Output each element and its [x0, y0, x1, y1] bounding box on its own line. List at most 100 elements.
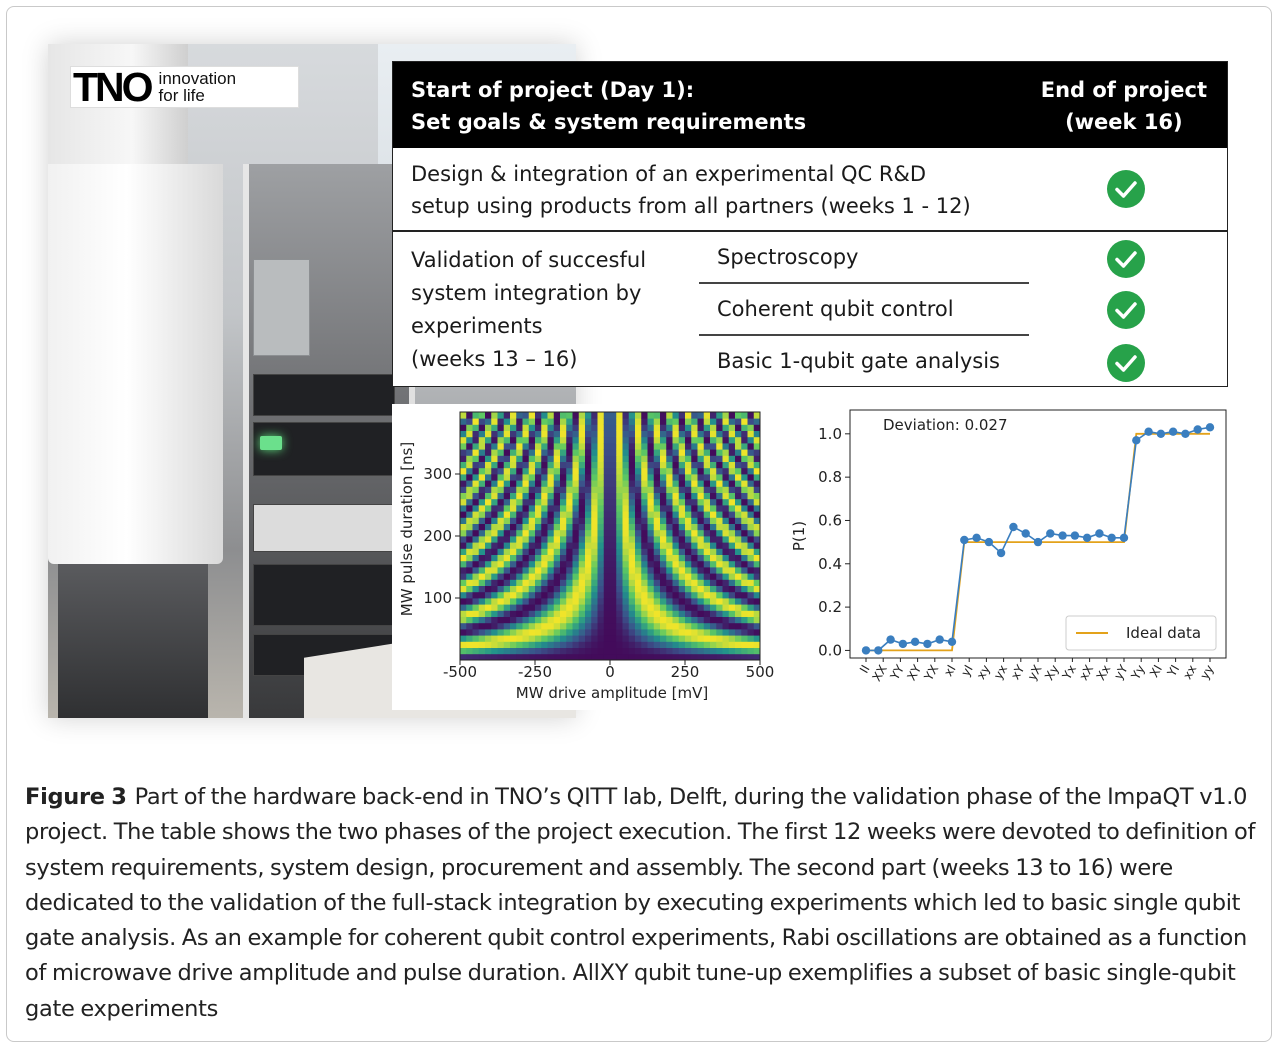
heatmap-cell	[716, 461, 723, 469]
heatmap-cell	[566, 635, 573, 642]
heatmap-cell	[616, 542, 623, 549]
heatmap-cell	[547, 629, 555, 636]
heatmap-cell	[641, 486, 648, 493]
heatmap-cell	[528, 610, 536, 617]
heatmap-cell	[716, 455, 723, 462]
heatmap-cell	[591, 536, 598, 543]
heatmap-cell	[710, 548, 717, 555]
heatmap-cell	[535, 585, 542, 593]
heatmap-cell	[566, 436, 573, 444]
heatmap-cell	[497, 585, 505, 593]
heatmap-cell	[603, 560, 611, 568]
heatmap-cell	[566, 622, 573, 630]
heatmap-cell	[547, 480, 555, 487]
heatmap-cell	[735, 610, 742, 617]
heatmap-cell	[541, 616, 548, 624]
heatmap-cell	[735, 449, 742, 456]
heatmap-cell	[572, 498, 580, 506]
heatmap-cell	[547, 412, 555, 419]
heatmap-cell	[572, 598, 580, 605]
heatmap-cell	[635, 536, 642, 543]
heatmap-cell	[566, 474, 573, 481]
heatmap-cell	[585, 579, 592, 586]
heatmap-cell	[522, 542, 530, 549]
heatmap-xtick-label: -500	[443, 663, 477, 681]
heatmap-cell	[728, 529, 736, 537]
heatmap-cell	[728, 567, 736, 574]
heatmap-cell	[566, 418, 573, 425]
heatmap-cell	[622, 480, 630, 487]
heatmap-cell	[585, 480, 592, 487]
heatmap-cell	[578, 573, 586, 580]
heatmap-cell	[722, 498, 730, 506]
heatmap-cell	[497, 598, 505, 605]
heatmap-cell	[591, 486, 598, 493]
heatmap-cell	[566, 560, 573, 568]
heatmap-cell	[553, 505, 561, 512]
heatmap-cell	[735, 443, 742, 450]
heatmap-cell	[460, 486, 467, 493]
heatmap-cell	[485, 424, 492, 431]
heatmap-cell	[603, 604, 611, 611]
heatmap-cell	[591, 517, 598, 524]
heatmap-cell	[597, 548, 605, 555]
heatmap-cell	[722, 554, 730, 562]
heatmap-cell	[572, 505, 580, 512]
heatmap-cell	[672, 567, 680, 574]
heatmap-cell	[466, 467, 473, 475]
heatmap-cell	[597, 498, 605, 506]
heatmap-cell	[503, 418, 511, 425]
heatmap-cell	[678, 560, 686, 568]
heatmap-cell	[485, 467, 492, 475]
heatmap-cell	[497, 604, 505, 611]
heatmap-cell	[628, 622, 636, 630]
heatmap-cell	[510, 505, 517, 512]
heatmap-cell	[703, 443, 711, 450]
heatmap-cell	[616, 418, 623, 425]
heatmap-cell	[678, 480, 686, 487]
heatmap-cell	[472, 511, 480, 518]
heatmap-cell	[497, 474, 505, 481]
heatmap-cell	[703, 467, 711, 475]
heatmap-cell	[491, 610, 498, 617]
heatmap-cell	[522, 529, 530, 537]
heatmap-cell	[647, 418, 655, 425]
heatmap-cell	[747, 523, 755, 531]
heatmap-cell	[603, 610, 611, 617]
heatmap-ylabel: MW pulse duration [ns]	[398, 442, 416, 616]
heatmap-cell	[578, 641, 586, 648]
heatmap-cell	[541, 467, 548, 475]
heatmap-cell	[578, 517, 586, 524]
heatmap-cell	[553, 567, 561, 574]
heatmap-cell	[585, 523, 592, 531]
heatmap-cell	[728, 505, 736, 512]
heatmap-cell	[466, 585, 473, 593]
heatmap-cell	[728, 486, 736, 493]
heatmap-cell	[535, 480, 542, 487]
heatmap-cell	[553, 517, 561, 524]
heatmap-cell	[491, 498, 498, 506]
heatmap-cell	[728, 412, 736, 419]
heatmap-cell	[753, 653, 761, 661]
heatmap-cell	[747, 653, 755, 661]
heatmap-cell	[510, 629, 517, 636]
heatmap-cell	[741, 635, 748, 642]
heatmap-cell	[703, 641, 711, 648]
heatmap-cell	[528, 492, 536, 500]
heatmap-cell	[622, 517, 630, 524]
heatmap-cell	[697, 430, 705, 438]
heatmap-cell	[566, 604, 573, 611]
heatmap-cell	[478, 517, 486, 524]
heatmap-cell	[685, 567, 692, 574]
heatmap-cell	[710, 443, 717, 450]
heatmap-cell	[503, 542, 511, 549]
heatmap-cell	[653, 635, 661, 642]
heatmap-cell	[572, 443, 580, 450]
heatmap-cell	[703, 505, 711, 512]
heatmap-cell	[478, 418, 486, 425]
heatmap-cell	[753, 635, 761, 642]
heatmap-cell	[741, 542, 748, 549]
heatmap-cell	[647, 635, 655, 642]
heatmap-cell	[597, 536, 605, 543]
measured-point	[935, 635, 944, 644]
